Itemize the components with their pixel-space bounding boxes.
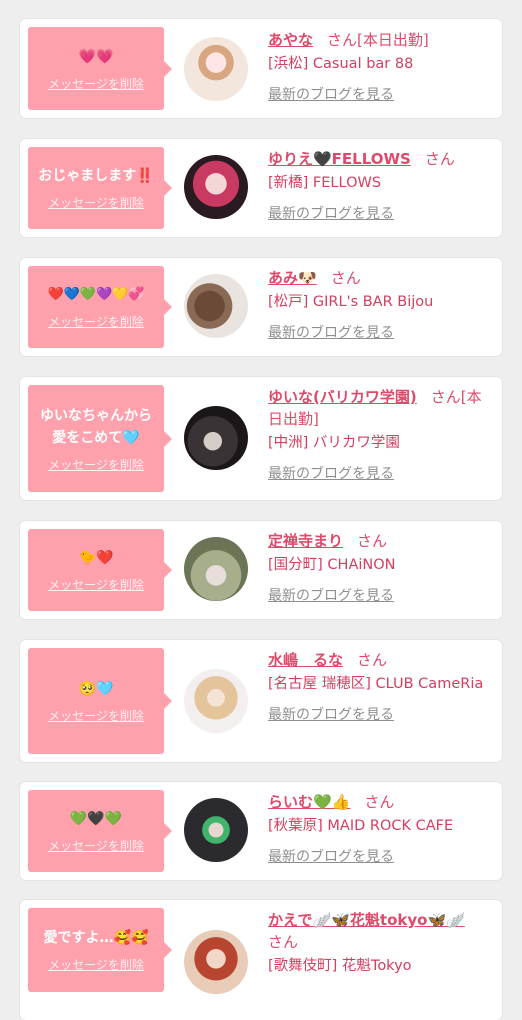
latest-blog-link[interactable]: 最新のブログを見る xyxy=(268,322,494,342)
cast-info: あやな さん[本日出勤] [浜松] Casual bar 88 最新のブログを見る xyxy=(268,29,494,104)
cast-name-link[interactable]: ゆいな(バリカワ学園) xyxy=(268,388,417,406)
message-text: 💗💗 xyxy=(78,48,114,65)
delete-message-link[interactable]: メッセージを削除 xyxy=(48,456,144,473)
delete-message-link[interactable]: メッセージを削除 xyxy=(48,956,144,973)
cast-name-link[interactable]: 水嶋 るな xyxy=(268,651,343,669)
message-bubble: 🥺🩵 メッセージを削除 xyxy=(28,648,172,754)
message-card: 🥺🩵 メッセージを削除 水嶋 るな さん [名古屋 瑞穂区] CLUB CameR… xyxy=(20,640,502,762)
message-card: ゆいなちゃんから愛をこめて🩵 メッセージを削除 ゆいな(バリカワ学園) さん[本日… xyxy=(20,377,502,500)
message-text: ❤️💙💚💜💛💞 xyxy=(47,287,145,302)
shop-name: [国分町] CHAiNON xyxy=(268,557,396,573)
cast-info: かえで🪽🦋花魁tokyo🦋🪽 さん [歌舞伎町] 花魁Tokyo xyxy=(268,909,494,978)
message-text: 🐤❤️ xyxy=(78,550,114,566)
cast-info: 定禅寺まり さん [国分町] CHAiNON 最新のブログを見る xyxy=(268,530,494,605)
message-text: 🥺🩵 xyxy=(78,681,114,697)
message-bubble: 💗💗 メッセージを削除 xyxy=(28,27,172,110)
shop-name: [歌舞伎町] 花魁Tokyo xyxy=(268,958,412,974)
cast-name-link[interactable]: かえで🪽🦋花魁tokyo🦋🪽 xyxy=(268,911,465,929)
message-text: 愛ですよ…🥰🥰 xyxy=(43,930,149,946)
honorific: さん xyxy=(424,150,455,168)
honorific: さん xyxy=(330,269,361,287)
honorific: さん xyxy=(268,933,299,951)
message-bubble: 🐤❤️ メッセージを削除 xyxy=(28,529,172,611)
shop-name: [新橋] FELLOWS xyxy=(268,175,382,191)
message-card: おじゃまします‼️ メッセージを削除 ゆりえ🖤FELLOWS さん [新橋] FE… xyxy=(20,139,502,237)
latest-blog-link[interactable]: 最新のブログを見る xyxy=(268,463,494,483)
delete-message-link[interactable]: メッセージを削除 xyxy=(48,837,144,854)
avatar[interactable] xyxy=(184,669,248,733)
cast-name-link[interactable]: 定禅寺まり xyxy=(268,532,343,550)
latest-blog-link[interactable]: 最新のブログを見る xyxy=(268,704,494,724)
cast-name-link[interactable]: ゆりえ🖤FELLOWS xyxy=(268,150,411,168)
honorific: さん xyxy=(327,31,358,49)
shop-name: [中洲] バリカワ学園 xyxy=(268,435,400,451)
latest-blog-link[interactable]: 最新のブログを見る xyxy=(268,585,494,605)
cast-info: ゆりえ🖤FELLOWS さん [新橋] FELLOWS 最新のブログを見る xyxy=(268,148,494,223)
avatar[interactable] xyxy=(184,930,248,994)
message-card: 💚🖤💚 メッセージを削除 らいむ💚👍 さん [秋葉原] MAID ROCK CAF… xyxy=(20,782,502,880)
latest-blog-link[interactable]: 最新のブログを見る xyxy=(268,84,494,104)
message-text: ゆいなちゃんから愛をこめて🩵 xyxy=(40,407,152,446)
delete-message-link[interactable]: メッセージを削除 xyxy=(48,75,144,92)
honorific: さん xyxy=(364,793,395,811)
message-card: 💗💗 メッセージを削除 あやな さん[本日出勤] [浜松] Casual bar … xyxy=(20,19,502,118)
shop-name: [名古屋 瑞穂区] CLUB CameRia xyxy=(268,676,484,692)
message-bubble: おじゃまします‼️ メッセージを削除 xyxy=(28,147,172,229)
message-bubble: 愛ですよ…🥰🥰 メッセージを削除 xyxy=(28,908,172,992)
avatar[interactable] xyxy=(184,798,248,862)
message-card: 🐤❤️ メッセージを削除 定禅寺まり さん [国分町] CHAiNON 最新のブロ… xyxy=(20,521,502,619)
latest-blog-link[interactable]: 最新のブログを見る xyxy=(268,203,494,223)
avatar[interactable] xyxy=(184,406,248,470)
shop-name: [秋葉原] MAID ROCK CAFE xyxy=(268,818,454,834)
cast-info: ゆいな(バリカワ学園) さん[本日出勤] [中洲] バリカワ学園 最新のブログを見… xyxy=(268,386,494,483)
avatar[interactable] xyxy=(184,537,248,601)
avatar[interactable] xyxy=(184,274,248,338)
message-bubble: ❤️💙💚💜💛💞 メッセージを削除 xyxy=(28,266,172,348)
avatar[interactable] xyxy=(184,155,248,219)
delete-message-link[interactable]: メッセージを削除 xyxy=(48,194,144,211)
delete-message-link[interactable]: メッセージを削除 xyxy=(48,313,144,330)
cast-info: 水嶋 るな さん [名古屋 瑞穂区] CLUB CameRia 最新のブログを見る xyxy=(268,649,494,724)
honorific: さん xyxy=(430,388,461,406)
message-card: 愛ですよ…🥰🥰 メッセージを削除 かえで🪽🦋花魁tokyo🦋🪽 さん [歌舞伎町… xyxy=(20,900,502,1020)
message-bubble: ゆいなちゃんから愛をこめて🩵 メッセージを削除 xyxy=(28,385,172,492)
message-bubble: 💚🖤💚 メッセージを削除 xyxy=(28,790,172,872)
shop-name: [松戸] GIRL's BAR Bijou xyxy=(268,294,434,310)
honorific: さん xyxy=(357,532,388,550)
cast-info: あみ🐶 さん [松戸] GIRL's BAR Bijou 最新のブログを見る xyxy=(268,267,494,342)
shop-name: [浜松] Casual bar 88 xyxy=(268,56,414,72)
delete-message-link[interactable]: メッセージを削除 xyxy=(48,576,144,593)
cast-info: らいむ💚👍 さん [秋葉原] MAID ROCK CAFE 最新のブログを見る xyxy=(268,791,494,866)
message-card: ❤️💙💚💜💛💞 メッセージを削除 あみ🐶 さん [松戸] GIRL's BAR B… xyxy=(20,258,502,356)
message-text: 💚🖤💚 xyxy=(69,811,123,827)
honorific: さん xyxy=(357,651,388,669)
delete-message-link[interactable]: メッセージを削除 xyxy=(48,707,144,724)
avatar[interactable] xyxy=(184,37,248,101)
cast-name-link[interactable]: あやな xyxy=(268,31,313,49)
cast-name-link[interactable]: あみ🐶 xyxy=(268,269,317,287)
attendance-badge: [本日出勤] xyxy=(357,31,429,49)
latest-blog-link[interactable]: 最新のブログを見る xyxy=(268,846,494,866)
cast-name-link[interactable]: らいむ💚👍 xyxy=(268,793,350,811)
message-text: おじゃまします‼️ xyxy=(38,168,154,184)
